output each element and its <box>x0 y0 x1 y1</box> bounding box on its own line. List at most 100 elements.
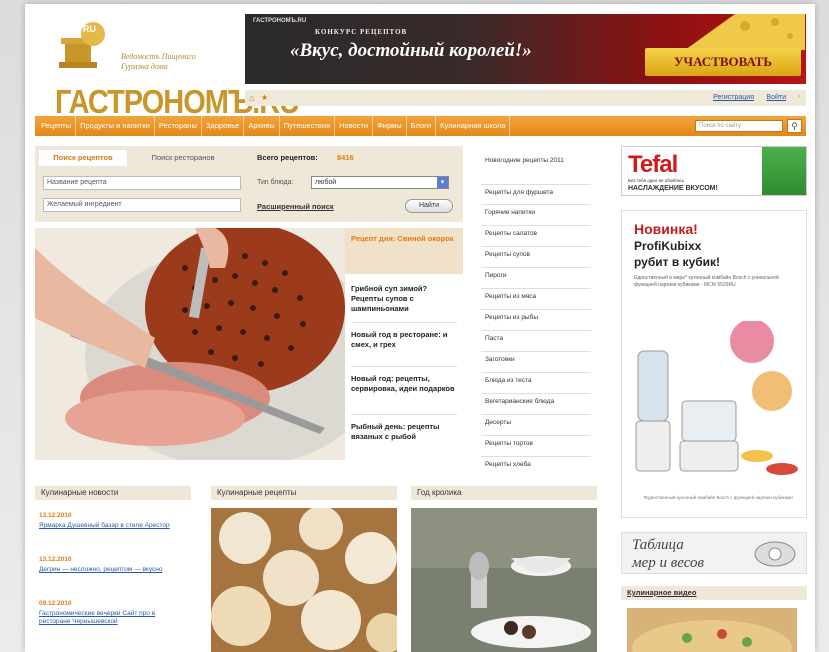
divider <box>481 435 591 436</box>
category-link[interactable]: Рецепты хлеба <box>481 460 599 469</box>
advanced-search-link[interactable]: Расширенный поиск <box>257 202 334 211</box>
banner-subtitle: КОНКУРС РЕЦЕПТОВ <box>315 28 408 36</box>
pie-photo <box>627 608 797 652</box>
category-link[interactable]: Заготовки <box>481 355 599 364</box>
nav-item-restaurants[interactable]: Рестораны <box>155 116 202 136</box>
news-link[interactable]: Дегрин — несложно, рецептом — вкусно <box>39 566 179 574</box>
news-date: 13.12.2010 <box>39 556 72 563</box>
site-logo[interactable]: RU Ведомостъ Пищеваго Гурмэна дома ГАСТР… <box>39 14 300 121</box>
ingredient-input[interactable]: Желаемый ингредиент <box>43 198 241 212</box>
rabbit-year-image[interactable] <box>411 508 597 652</box>
featured-item[interactable]: Грибной суп зимой? Рецепты супов с шампи… <box>345 284 463 314</box>
food-processor-image <box>635 321 798 475</box>
rabbit-table-photo <box>411 508 597 652</box>
category-link[interactable]: Рецепты из мяса <box>481 292 599 301</box>
rabbit-year-heading[interactable]: Год кролика <box>411 486 597 500</box>
measures-line-1: Таблица <box>632 537 684 553</box>
featured-item[interactable]: Новый год в ресторане: и смех, и грех <box>345 330 463 350</box>
category-link[interactable]: Пироги <box>481 271 599 280</box>
culinary-video-heading[interactable]: Кулинарное видео <box>621 586 807 600</box>
profikubixx-ad[interactable]: Новинка! ProfiKubixx рубит в кубик! Един… <box>621 210 807 518</box>
nav-item-archives[interactable]: Архивы <box>244 116 280 136</box>
nav-item-blogs[interactable]: Блоги <box>407 116 437 136</box>
divider <box>351 414 457 415</box>
category-link[interactable]: Новогодние рецепты 2011 <box>481 156 599 165</box>
site-sheet: RU Ведомостъ Пищеваго Гурмэна дома ГАСТР… <box>25 4 815 652</box>
divider <box>481 204 591 205</box>
dish-type-select[interactable]: любой ▾ <box>311 176 449 189</box>
category-link[interactable]: Рецепты тортов <box>481 439 599 448</box>
promo-footnote: *Единственный кухонный комбайн Bosch с ф… <box>643 495 793 500</box>
participate-button[interactable]: УЧАСТВОВАТЬ <box>645 48 801 76</box>
nav-item-school[interactable]: Кулинарная школа <box>436 116 511 136</box>
nav-item-news[interactable]: Новости <box>335 116 374 136</box>
logo-tagline-1: Ведомостъ Пищеваго <box>121 52 196 61</box>
nav-item-health[interactable]: Здоровье <box>202 116 245 136</box>
featured-articles: Рецепт дня: Свиной окорок Грибной суп зи… <box>345 228 463 460</box>
news-date: 09.12.2010 <box>39 600 72 607</box>
pastry-image[interactable] <box>211 508 397 652</box>
nav-item-travel[interactable]: Путешествия <box>280 116 336 136</box>
category-link[interactable]: Рецепты салатов <box>481 229 599 238</box>
featured-item[interactable]: Рыбный день: рецепты вязаных с рыбой <box>345 422 463 442</box>
logo-emblem <box>59 22 105 68</box>
tab-restaurant-search[interactable]: Поиск ресторанов <box>131 150 235 166</box>
nav-item-recipes[interactable]: Рецепты <box>37 116 77 136</box>
site-search-input[interactable]: Поиск по сайту <box>695 120 783 132</box>
category-link[interactable]: Десерты <box>481 418 599 427</box>
contest-banner[interactable]: ГАСТРОНОМЪ.RU КОНКУРС РЕЦЕПТОВ «Вкус, до… <box>245 14 806 84</box>
main-nav: Рецепты Продукты и напитки Рестораны Здо… <box>35 116 806 136</box>
news-link[interactable]: Ярмарка Душевный базар в стиле Арестор <box>39 522 179 530</box>
video-thumbnail[interactable] <box>627 608 797 652</box>
total-recipes-label: Всего рецептов: <box>257 153 318 162</box>
find-button[interactable]: Найти <box>405 199 453 213</box>
tefal-graphic <box>762 147 806 195</box>
arrow-right-icon: › <box>797 93 800 100</box>
divider <box>481 330 591 331</box>
category-link[interactable]: Блюда из теста <box>481 376 599 385</box>
measures-table-link[interactable]: Таблица мер и весов <box>621 532 807 574</box>
category-link[interactable]: Рецепты супов <box>481 250 599 259</box>
nav-item-companies[interactable]: Фирмы <box>373 116 407 136</box>
divider <box>481 288 591 289</box>
category-link[interactable]: Паста <box>481 334 599 343</box>
promo-new-label: Новинка! <box>634 221 698 237</box>
register-link[interactable]: Регистрация <box>713 94 754 101</box>
measures-line-2: мер и весов <box>632 555 704 571</box>
divider <box>351 366 457 367</box>
divider <box>481 267 591 268</box>
divider <box>481 246 591 247</box>
star-icon[interactable]: ★ <box>261 93 268 102</box>
category-link[interactable]: Горячие напитки <box>481 208 599 217</box>
logo-badge: RU <box>83 24 96 34</box>
divider <box>481 414 591 415</box>
recipe-of-day-link[interactable]: Рецепт дня: Свиной окорок <box>345 228 463 274</box>
divider <box>481 372 591 373</box>
tab-recipe-search[interactable]: Поиск рецептов <box>39 150 127 166</box>
culinary-recipes-heading[interactable]: Кулинарные рецепты <box>211 486 397 500</box>
tefal-tagline: Без тебя одно не обойтись <box>628 178 685 183</box>
divider <box>481 393 591 394</box>
hero-image[interactable] <box>35 228 345 460</box>
recipe-name-input[interactable]: Название рецепта <box>43 176 241 190</box>
tefal-slogan: НАСЛАЖДЕНИЕ ВКУСОМ! <box>628 185 718 192</box>
divider <box>481 456 591 457</box>
logo-tagline-2: Гурмэна дома <box>121 62 168 71</box>
tefal-logo: Tefal <box>628 151 678 178</box>
nav-item-products[interactable]: Продукты и напитки <box>76 116 155 136</box>
tefal-ad[interactable]: Tefal Без тебя одно не обойтись НАСЛАЖДЕ… <box>621 146 807 196</box>
featured-item[interactable]: Новый год: рецепты, сервировка, идеи под… <box>345 374 463 394</box>
cheese-graphic <box>685 14 805 50</box>
nav-items: Рецепты Продукты и напитки Рестораны Здо… <box>37 116 511 136</box>
login-link[interactable]: Войти <box>766 94 786 101</box>
promo-description: Единственный в мире* кухонный комбайн Bo… <box>634 275 779 288</box>
category-link[interactable]: Вегетарианские блюда <box>481 397 599 406</box>
promo-slogan: рубит в кубик! <box>634 255 721 269</box>
category-link[interactable]: Рецепты из рыбы <box>481 313 599 322</box>
dish-type-value: любой <box>315 179 337 186</box>
category-link[interactable]: Рецепты для фуршета <box>481 188 599 197</box>
news-link[interactable]: Гастрономические вечерки Сайт про в рест… <box>39 610 179 626</box>
search-icon[interactable]: ⚲ <box>787 119 802 133</box>
culinary-news-heading[interactable]: Кулинарные новости <box>35 486 191 500</box>
home-icon[interactable]: ⌂ <box>249 93 254 103</box>
